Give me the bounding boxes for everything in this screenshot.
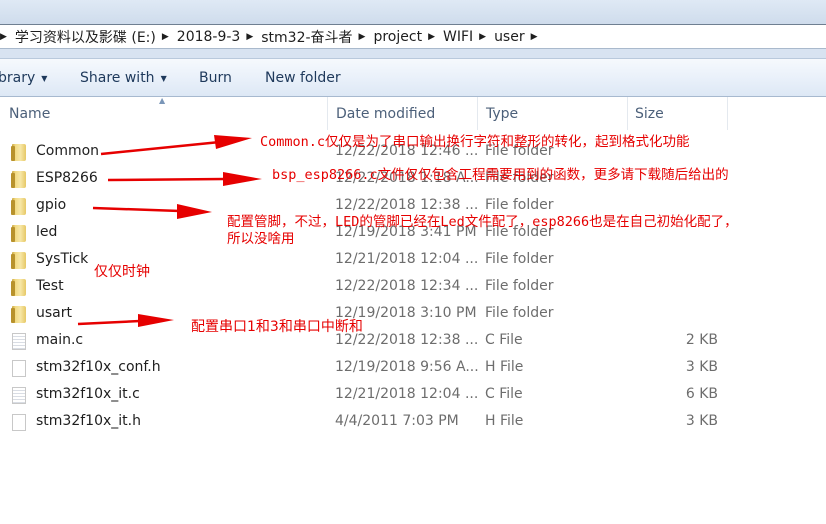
chevron-right-icon[interactable]: ▶ [359,32,366,42]
include-in-library-button[interactable]: brary ▼ [0,70,47,86]
chevron-right-icon[interactable]: ▶ [246,32,253,42]
file-type: H File [485,359,524,375]
file-row[interactable]: usart 12/19/2018 3:10 PM File folder [0,301,826,328]
column-name[interactable]: Name [9,97,327,130]
file-name: main.c [36,332,84,348]
file-size: 6 KB [685,386,718,402]
folder-icon [11,198,26,215]
annotation-gpio-line2: 所以没啥用 [227,231,295,247]
annotation-systick: 仅仅时钟 [94,264,150,280]
file-name: Test [36,278,64,294]
file-name: usart [36,305,72,321]
folder-icon [11,225,26,242]
column-divider[interactable] [727,97,728,130]
file-type: File folder [485,278,554,294]
file-name: Common [36,143,100,159]
c-file-icon [12,333,26,350]
breadcrumb-project[interactable]: project [373,29,422,45]
file-row[interactable]: stm32f10x_it.h 4/4/2011 7:03 PM H File 3 KB [0,409,826,436]
file-date-modified: 12/19/2018 9:56 A... [335,359,479,375]
file-date-modified: 12/21/2018 12:04 ... [335,251,479,267]
column-date-modified[interactable]: Date modified [336,97,477,130]
file-date-modified: 12/22/2018 12:38 ... [335,197,479,213]
file-name: ESP8266 [36,170,98,186]
window-title-bar [0,0,826,24]
h-file-icon [12,414,26,431]
file-date-modified: 12/21/2018 12:04 ... [335,386,479,402]
breadcrumb-wifi[interactable]: WIFI [443,29,473,45]
breadcrumb-2018-9-3[interactable]: 2018-9-3 [177,29,241,45]
file-row[interactable]: main.c 12/22/2018 12:38 ... C File 2 KB [0,328,826,355]
file-name: led [36,224,58,240]
column-size-label: Size [635,105,664,122]
annotation-esp8266: bsp_esp8266.c文件仅仅包含工程需要用到的函数，更多请下载随后给出的 [272,167,729,183]
column-divider[interactable] [627,97,628,130]
burn-button[interactable]: Burn [199,70,232,86]
column-divider[interactable] [327,97,328,130]
file-size: 2 KB [685,332,718,348]
burn-label: Burn [199,70,232,86]
file-row[interactable]: stm32f10x_it.c 12/21/2018 12:04 ... C File… [0,382,826,409]
file-type: H File [485,413,524,429]
file-type: File folder [485,197,554,213]
chevron-right-icon[interactable]: ▶ [0,32,7,42]
file-date-modified: 4/4/2011 7:03 PM [335,413,459,429]
folder-icon [11,306,26,323]
file-name: gpio [36,197,67,213]
column-type[interactable]: Type [486,97,627,130]
separator [0,49,826,59]
file-type: C File [485,332,523,348]
c-file-icon [12,387,26,404]
column-divider[interactable] [477,97,478,130]
column-type-label: Type [486,105,519,122]
annotation-common: Common.c仅仅是为了串口输出换行字符和整形的转化，起到格式化功能 [260,134,690,150]
file-type: File folder [485,305,554,321]
file-row[interactable]: stm32f10x_conf.h 12/19/2018 9:56 A... H Fi… [0,355,826,382]
chevron-right-icon[interactable]: ▶ [428,32,435,42]
folder-icon [11,144,26,161]
chevron-right-icon[interactable]: ▶ [531,32,538,42]
column-date-label: Date modified [336,105,436,122]
breadcrumb-user[interactable]: user [494,29,525,45]
dropdown-caret-icon: ▼ [41,73,48,83]
share-with-label: Share with [80,70,155,86]
breadcrumb-stm32[interactable]: stm32-奋斗者 [261,27,352,47]
breadcrumb-drive[interactable]: 学习资料以及影碟 (E:) [15,27,156,47]
file-name: stm32f10x_it.h [36,413,141,429]
new-folder-label: New folder [265,70,341,86]
file-type: File folder [485,251,554,267]
h-file-icon [12,360,26,377]
folder-icon [11,279,26,296]
column-header: ▲ Name Date modified Type Size [0,96,826,130]
chevron-right-icon[interactable]: ▶ [479,32,486,42]
share-with-button[interactable]: Share with ▼ [80,70,167,86]
file-size: 3 KB [685,359,718,375]
command-toolbar: brary ▼ Share with ▼ Burn New folder [0,59,826,97]
file-name: stm32f10x_conf.h [36,359,161,375]
address-bar[interactable]: ▶ 学习资料以及影碟 (E:) ▶ 2018-9-3 ▶ stm32-奋斗者 ▶… [0,24,826,49]
dropdown-caret-icon: ▼ [160,73,167,83]
annotation-gpio-line1: 配置管脚，不过，LED的管脚已经在Led文件配了，esp8266也是在自己初始化… [227,214,738,230]
folder-icon [11,171,26,188]
file-name: SysTick [36,251,89,267]
folder-icon [11,252,26,269]
file-date-modified: 12/22/2018 12:34 ... [335,278,479,294]
column-size[interactable]: Size [635,97,727,130]
new-folder-button[interactable]: New folder [265,70,341,86]
annotation-usart: 配置串口1和3和串口中断和 [191,319,363,335]
file-name: stm32f10x_it.c [36,386,140,402]
column-name-label: Name [9,105,51,122]
file-size: 3 KB [685,413,718,429]
include-in-library-label: brary [0,70,36,86]
file-type: C File [485,386,523,402]
chevron-right-icon[interactable]: ▶ [162,32,169,42]
